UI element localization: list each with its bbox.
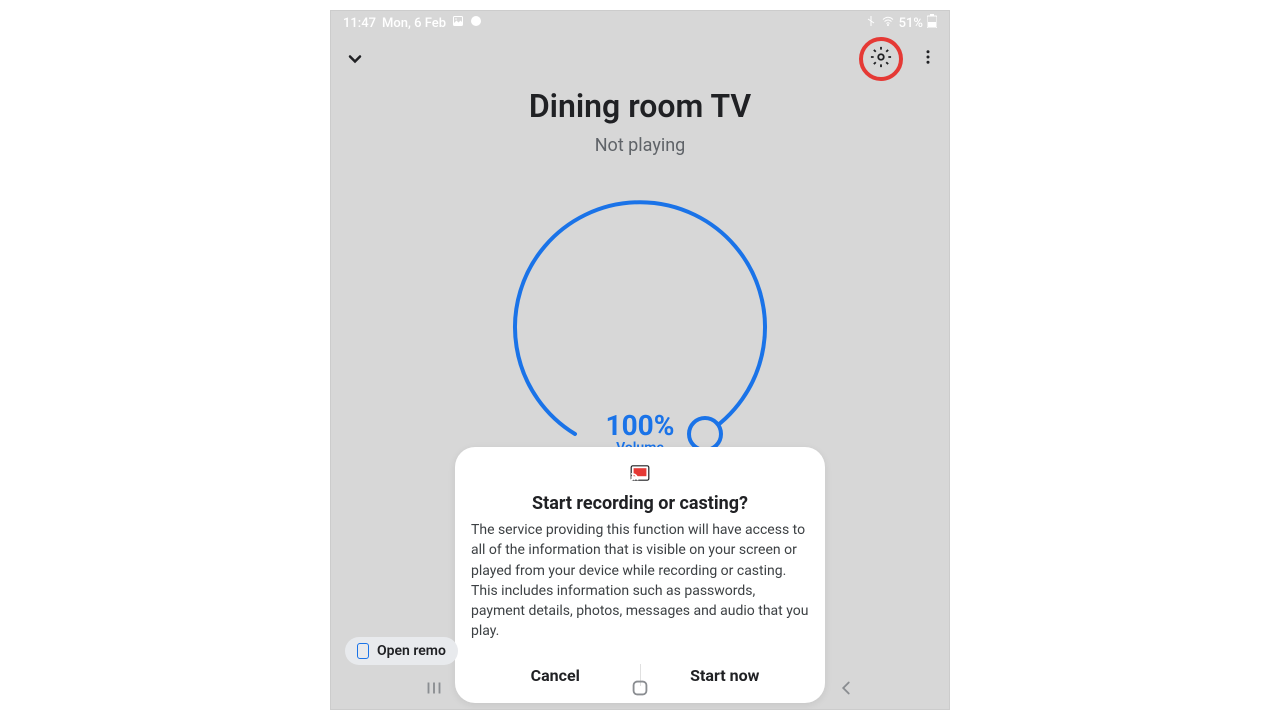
recents-button[interactable]	[423, 677, 445, 703]
volume-percent: 100%	[331, 409, 949, 442]
mute-icon	[865, 15, 877, 31]
status-bar: 11:47 Mon, 6 Feb 51%	[331, 11, 949, 35]
cast-icon	[630, 465, 650, 485]
wifi-icon	[881, 15, 895, 31]
app-indicator-icon	[470, 15, 482, 31]
nav-bar	[331, 671, 949, 709]
home-button[interactable]	[629, 677, 651, 703]
dialog-body: The service providing this function will…	[471, 520, 809, 642]
collapse-button[interactable]	[343, 47, 367, 71]
device-title: Dining room TV	[331, 87, 949, 125]
cast-permission-dialog: Start recording or casting? The service …	[455, 447, 825, 703]
image-icon	[452, 15, 464, 31]
battery-percent: 51%	[899, 16, 923, 31]
back-button[interactable]	[835, 677, 857, 703]
volume-dial[interactable]: 100% Volume	[331, 184, 949, 464]
open-remote-label: Open remo	[377, 643, 446, 659]
dialog-title: Start recording or casting?	[471, 493, 809, 514]
more-icon[interactable]	[919, 48, 937, 70]
remote-icon	[357, 643, 369, 659]
battery-icon	[927, 14, 937, 32]
app-bar	[331, 35, 949, 83]
gear-icon[interactable]	[870, 46, 892, 72]
open-remote-button[interactable]: Open remo	[345, 637, 458, 665]
status-time: 11:47	[343, 16, 376, 31]
settings-highlight-ring	[859, 37, 903, 81]
device-status: Not playing	[331, 135, 949, 156]
phone-screen: 11:47 Mon, 6 Feb 51%	[330, 10, 950, 710]
status-date: Mon, 6 Feb	[382, 16, 446, 31]
